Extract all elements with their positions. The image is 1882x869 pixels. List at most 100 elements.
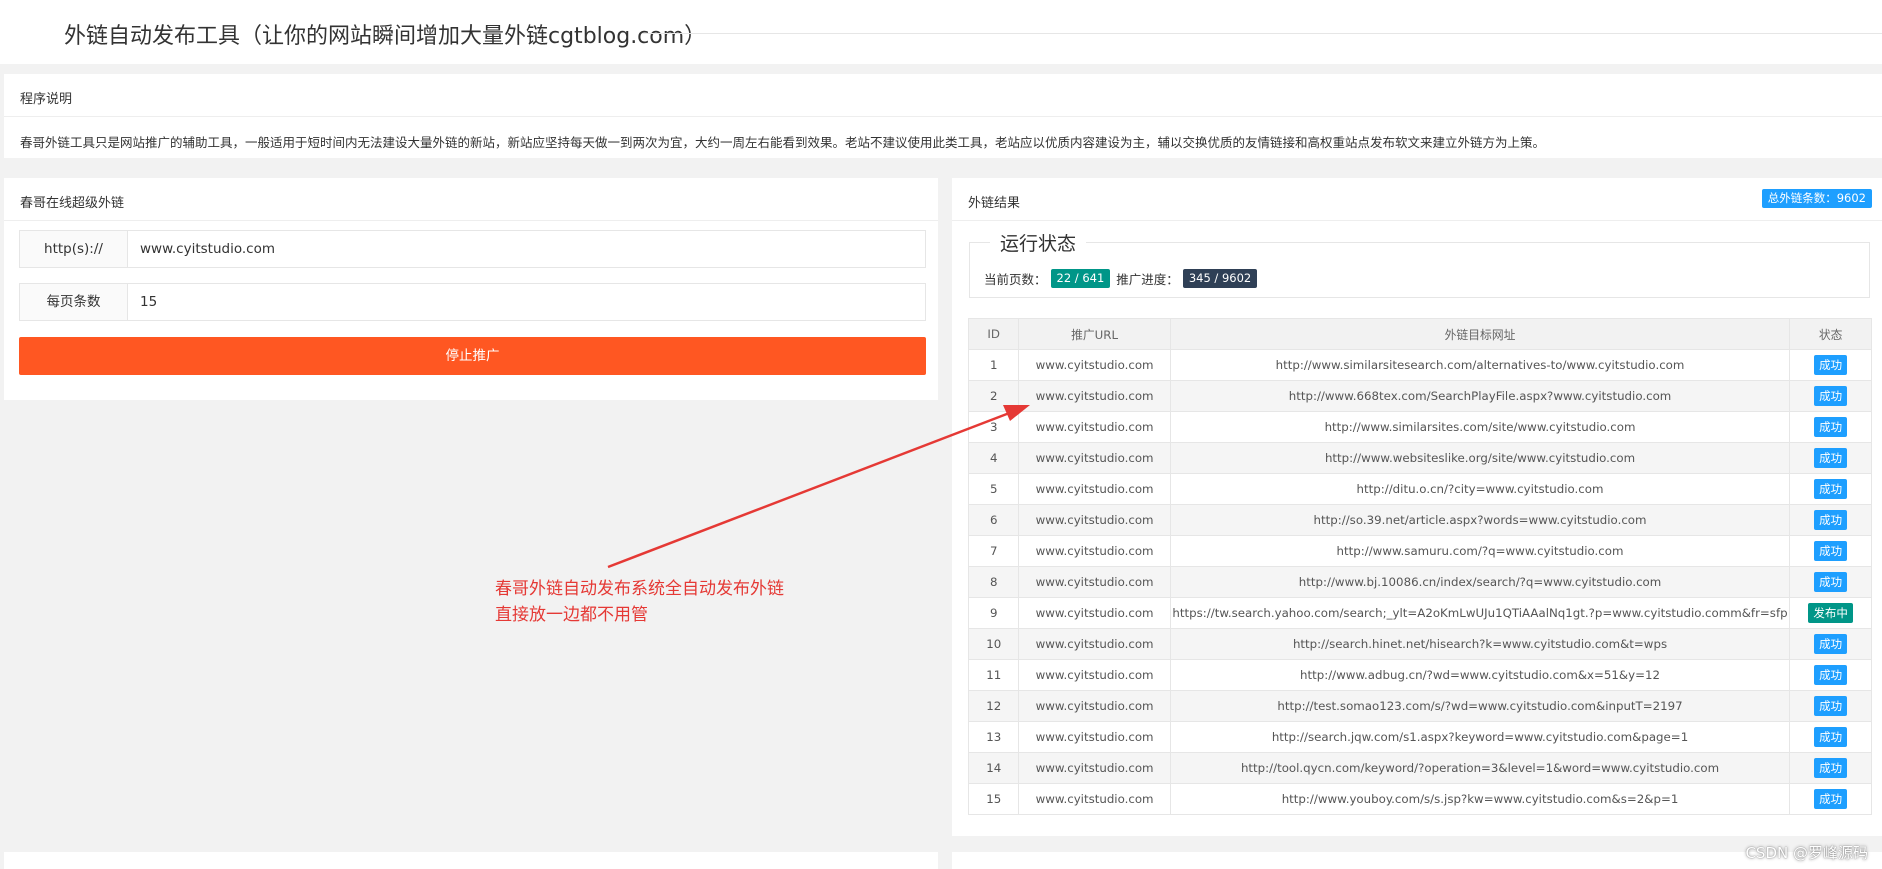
bottom-right-card xyxy=(952,852,1882,869)
row-id: 13 xyxy=(967,721,1020,753)
table-row: 9 www.cyitstudio.com https://tw.search.y… xyxy=(967,597,1872,629)
row-status-cell: 成功 xyxy=(1789,473,1872,505)
row-target-url: https://tw.search.yahoo.com/search;_ylt=… xyxy=(1169,597,1791,629)
total-links-badge: 总外链条数：9602 xyxy=(1761,189,1872,208)
row-promo-url: www.cyitstudio.com xyxy=(1018,597,1171,629)
table-row: 12 www.cyitstudio.com http://test.somao1… xyxy=(967,690,1872,722)
status-badge: 成功 xyxy=(1814,510,1848,530)
status-badge: 成功 xyxy=(1814,727,1848,747)
table-row: 14 www.cyitstudio.com http://tool.qycn.c… xyxy=(967,752,1872,784)
table-row: 6 www.cyitstudio.com http://so.39.net/ar… xyxy=(967,504,1872,536)
per-page-field-row: 每页条数 xyxy=(19,283,926,321)
row-target-url: http://ditu.o.cn/?city=www.cyitstudio.co… xyxy=(1169,473,1791,505)
row-target-url: http://www.668tex.com/SearchPlayFile.asp… xyxy=(1169,380,1791,412)
form-title: 春哥在线超级外链 xyxy=(20,196,125,211)
row-status-cell: 成功 xyxy=(1789,659,1872,691)
description-text: 春哥外链工具只是网站推广的辅助工具，一般适用于短时间内无法建设大量外链的新站，新… xyxy=(20,135,1546,150)
row-status-cell: 成功 xyxy=(1789,690,1872,722)
row-promo-url: www.cyitstudio.com xyxy=(1018,380,1171,412)
table-row: 5 www.cyitstudio.com http://ditu.o.cn/?c… xyxy=(967,473,1872,505)
row-id: 1 xyxy=(967,349,1020,381)
row-status-cell: 成功 xyxy=(1789,783,1872,815)
row-promo-url: www.cyitstudio.com xyxy=(1018,752,1171,784)
row-id: 12 xyxy=(967,690,1020,722)
status-badge: 成功 xyxy=(1814,541,1848,561)
row-promo-url: www.cyitstudio.com xyxy=(1018,535,1171,567)
annotation-text: 春哥外链自动发布系统全自动发布外链 直接放一边都不用管 xyxy=(495,576,784,628)
card-divider xyxy=(952,220,1882,221)
progress-label: 推广进度： xyxy=(1116,272,1179,287)
results-card: 外链结果 总外链条数：9602 运行状态 当前页数： 22 / 641 推广进度： 3… xyxy=(952,178,1882,836)
description-card: 程序说明 春哥外链工具只是网站推广的辅助工具，一般适用于短时间内无法建设大量外链… xyxy=(4,74,1882,158)
per-page-input[interactable] xyxy=(130,284,925,320)
status-badge: 成功 xyxy=(1814,758,1848,778)
card-divider xyxy=(4,220,938,221)
status-badge: 成功 xyxy=(1814,572,1848,592)
row-promo-url: www.cyitstudio.com xyxy=(1018,473,1171,505)
current-page-label: 当前页数： xyxy=(984,272,1047,287)
run-status-panel: 运行状态 当前页数： 22 / 641 推广进度： 345 / 9602 xyxy=(969,229,1870,298)
row-id: 3 xyxy=(967,411,1020,443)
row-target-url: http://so.39.net/article.aspx?words=www.… xyxy=(1169,504,1791,536)
row-promo-url: www.cyitstudio.com xyxy=(1018,566,1171,598)
row-id: 4 xyxy=(967,442,1020,474)
row-id: 14 xyxy=(967,752,1020,784)
row-status-cell: 成功 xyxy=(1789,442,1872,474)
status-badge: 成功 xyxy=(1814,665,1848,685)
row-promo-url: www.cyitstudio.com xyxy=(1018,411,1171,443)
row-id: 15 xyxy=(967,783,1020,815)
table-row: 4 www.cyitstudio.com http://www.websites… xyxy=(967,442,1872,474)
column-header-id: ID xyxy=(967,318,1020,350)
table-row: 8 www.cyitstudio.com http://www.bj.10086… xyxy=(967,566,1872,598)
status-badge: 成功 xyxy=(1814,355,1848,375)
bottom-left-card xyxy=(4,852,938,869)
row-promo-url: www.cyitstudio.com xyxy=(1018,783,1171,815)
header-divider xyxy=(642,33,1882,34)
status-badge: 成功 xyxy=(1814,696,1848,716)
row-id: 5 xyxy=(967,473,1020,505)
row-status-cell: 成功 xyxy=(1789,721,1872,753)
csdn-watermark: CSDN @罗峰源码 xyxy=(1745,844,1868,862)
promotion-form-card: 春哥在线超级外链 http(s):// 每页条数 停止推广 xyxy=(4,178,938,400)
url-prefix-label: http(s):// xyxy=(20,231,128,267)
status-badge: 成功 xyxy=(1814,634,1848,654)
table-row: 3 www.cyitstudio.com http://www.similars… xyxy=(967,411,1872,443)
row-status-cell: 成功 xyxy=(1789,411,1872,443)
row-target-url: http://www.websiteslike.org/site/www.cyi… xyxy=(1169,442,1791,474)
status-badge: 成功 xyxy=(1814,479,1848,499)
column-header-target-url: 外链目标网址 xyxy=(1169,318,1791,350)
current-page-badge: 22 / 641 xyxy=(1050,269,1111,288)
table-row: 1 www.cyitstudio.com http://www.similars… xyxy=(967,349,1872,381)
row-status-cell: 成功 xyxy=(1789,566,1872,598)
row-status-cell: 成功 xyxy=(1789,535,1872,567)
row-id: 8 xyxy=(967,566,1020,598)
row-target-url: http://www.youboy.com/s/s.jsp?kw=www.cyi… xyxy=(1169,783,1791,815)
row-target-url: http://www.samuru.com/?q=www.cyitstudio.… xyxy=(1169,535,1791,567)
per-page-label: 每页条数 xyxy=(20,284,128,320)
column-header-promo-url: 推广URL xyxy=(1018,318,1171,350)
column-header-status: 状态 xyxy=(1789,318,1872,350)
row-target-url: http://test.somao123.com/s/?wd=www.cyits… xyxy=(1169,690,1791,722)
table-row: 13 www.cyitstudio.com http://search.jqw.… xyxy=(967,721,1872,753)
row-target-url: http://tool.qycn.com/keyword/?operation=… xyxy=(1169,752,1791,784)
row-promo-url: www.cyitstudio.com xyxy=(1018,721,1171,753)
stop-promotion-button[interactable]: 停止推广 xyxy=(19,337,926,375)
description-title: 程序说明 xyxy=(20,92,73,107)
row-promo-url: www.cyitstudio.com xyxy=(1018,628,1171,660)
card-divider xyxy=(4,116,1882,117)
row-id: 6 xyxy=(967,504,1020,536)
table-row: 11 www.cyitstudio.com http://www.adbug.c… xyxy=(967,659,1872,691)
row-promo-url: www.cyitstudio.com xyxy=(1018,690,1171,722)
table-row: 15 www.cyitstudio.com http://www.youboy.… xyxy=(967,783,1872,815)
url-field-row: http(s):// xyxy=(19,230,926,268)
row-target-url: http://www.similarsites.com/site/www.cyi… xyxy=(1169,411,1791,443)
row-promo-url: www.cyitstudio.com xyxy=(1018,442,1171,474)
url-input[interactable] xyxy=(130,231,925,267)
row-status-cell: 成功 xyxy=(1789,628,1872,660)
row-promo-url: www.cyitstudio.com xyxy=(1018,349,1171,381)
row-id: 10 xyxy=(967,628,1020,660)
row-id: 9 xyxy=(967,597,1020,629)
results-title: 外链结果 xyxy=(968,196,1021,211)
row-target-url: http://www.adbug.cn/?wd=www.cyitstudio.c… xyxy=(1169,659,1791,691)
status-badge: 成功 xyxy=(1814,417,1848,437)
